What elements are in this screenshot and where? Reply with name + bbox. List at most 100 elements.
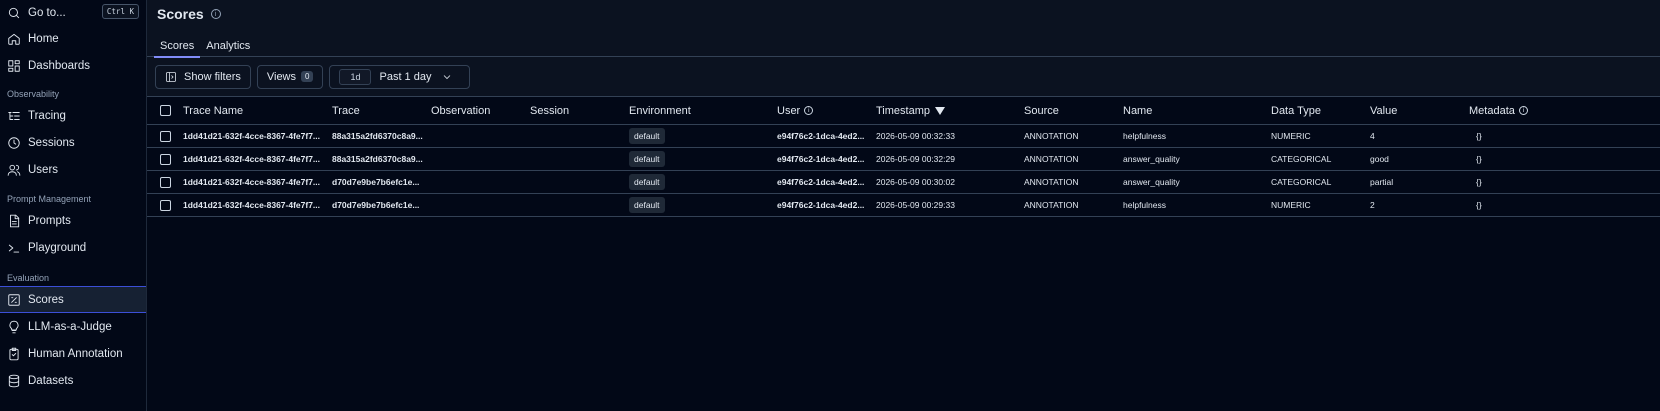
cell-metadata[interactable]: {} — [1469, 131, 1569, 141]
cell-data-type: CATEGORICAL — [1271, 154, 1332, 164]
info-icon[interactable]: i — [804, 106, 814, 115]
cell-environment: default — [629, 174, 777, 190]
col-source[interactable]: Source — [1024, 105, 1123, 117]
cell-trace-name[interactable]: 1dd41d21-632f-4cce-8367-4fe7f7... — [183, 131, 332, 141]
cell-timestamp: 2026-05-09 00:32:33 — [876, 131, 955, 141]
sidebar-item-dashboards[interactable]: Dashboards — [0, 52, 146, 79]
show-filters-button[interactable]: Show filters — [155, 64, 251, 89]
table-row[interactable]: 1dd41d21-632f-4cce-8367-4fe7f7... d70d7e… — [147, 171, 1660, 194]
select-all-cell — [147, 105, 183, 116]
goto-label: Go to... — [28, 6, 66, 19]
environment-badge: default — [629, 128, 665, 144]
table-row[interactable]: 1dd41d21-632f-4cce-8367-4fe7f7... d70d7e… — [147, 194, 1660, 217]
sidebar-item-playground[interactable]: Playground — [0, 234, 146, 261]
sidebar-item-label: Home — [28, 32, 59, 45]
sidebar-item-home[interactable]: Home — [0, 25, 146, 52]
environment-badge: default — [629, 174, 665, 190]
cell-metadata[interactable]: {} — [1469, 177, 1569, 187]
scores-icon — [7, 293, 21, 307]
info-icon[interactable]: i — [210, 9, 221, 19]
col-environment[interactable]: Environment — [629, 105, 777, 117]
cell-user[interactable]: e94f76c2-1dca-4ed2... — [777, 200, 876, 210]
col-value[interactable]: Value — [1370, 105, 1469, 117]
chevron-down-icon — [444, 74, 451, 79]
cell-trace-name[interactable]: 1dd41d21-632f-4cce-8367-4fe7f7... — [183, 177, 332, 187]
page-header: Scores i Scores Analytics — [147, 0, 1660, 58]
col-name[interactable]: Name — [1123, 105, 1271, 117]
date-range-label: Past 1 day — [379, 70, 432, 83]
goto-search[interactable]: Go to... Ctrl K — [0, 0, 146, 25]
col-metadata-label: Metadata — [1469, 104, 1515, 117]
sidebar-item-label: Dashboards — [28, 59, 91, 72]
sidebar-item-label: Scores — [28, 293, 64, 306]
search-icon — [7, 6, 21, 20]
info-icon[interactable]: i — [1518, 106, 1528, 115]
cell-trace[interactable]: 88a315a2fd6370c8a9... — [332, 154, 431, 164]
clock-icon — [7, 136, 21, 150]
cell-user[interactable]: e94f76c2-1dca-4ed2... — [777, 154, 876, 164]
toolbar: Show filters Views 0 1d Past 1 day — [147, 57, 1660, 97]
cell-trace-name[interactable]: 1dd41d21-632f-4cce-8367-4fe7f7... — [183, 200, 332, 210]
dashboard-icon — [7, 59, 21, 73]
table-row[interactable]: 1dd41d21-632f-4cce-8367-4fe7f7... 88a315… — [147, 148, 1660, 171]
col-data-type[interactable]: Data Type — [1271, 105, 1370, 117]
sidebar-item-datasets[interactable]: Datasets — [0, 367, 146, 394]
table-row[interactable]: 1dd41d21-632f-4cce-8367-4fe7f7... 88a315… — [147, 125, 1660, 148]
col-trace-name[interactable]: Trace Name — [183, 105, 332, 117]
cell-metadata[interactable]: {} — [1469, 200, 1569, 210]
col-timestamp[interactable]: Timestamp — [876, 105, 1024, 117]
row-checkbox[interactable] — [159, 176, 171, 188]
scores-table: Trace Name Trace Observation Session Env… — [147, 97, 1660, 217]
col-metadata[interactable]: Metadata i — [1469, 105, 1569, 117]
terminal-icon — [7, 241, 21, 255]
cell-value: good — [1370, 154, 1389, 164]
page-title-text: Scores — [157, 6, 204, 22]
col-observation[interactable]: Observation — [431, 105, 530, 117]
views-button[interactable]: Views 0 — [256, 64, 324, 89]
cell-user[interactable]: e94f76c2-1dca-4ed2... — [777, 131, 876, 141]
cell-environment: default — [629, 197, 777, 213]
sidebar-item-tracing[interactable]: Tracing — [0, 102, 146, 129]
cell-trace[interactable]: d70d7e9be7b6efc1e... — [332, 177, 431, 187]
select-all-checkbox[interactable] — [159, 105, 171, 116]
sidebar-item-scores[interactable]: Scores — [0, 286, 146, 313]
cell-source: ANNOTATION — [1024, 200, 1079, 210]
section-evaluation: Evaluation — [7, 273, 50, 283]
goto-shortcut: Ctrl K — [101, 4, 139, 19]
sidebar-item-llm-judge[interactable]: LLM-as-a-Judge — [0, 313, 146, 340]
cell-value: 4 — [1370, 131, 1375, 141]
row-checkbox[interactable] — [159, 153, 171, 165]
cell-source: ANNOTATION — [1024, 154, 1079, 164]
col-trace[interactable]: Trace — [332, 105, 431, 117]
page-title: Scores i — [157, 6, 221, 22]
clipboard-icon — [7, 347, 21, 361]
tab-scores[interactable]: Scores — [154, 34, 201, 58]
sidebar-item-label: Sessions — [28, 136, 75, 149]
row-checkbox[interactable] — [159, 199, 171, 211]
list-tree-icon — [7, 109, 21, 123]
sidebar-item-users[interactable]: Users — [0, 156, 146, 183]
sidebar-item-sessions[interactable]: Sessions — [0, 129, 146, 156]
environment-badge: default — [629, 197, 665, 213]
sidebar-panel-icon — [166, 71, 176, 82]
cell-trace[interactable]: 88a315a2fd6370c8a9... — [332, 131, 431, 141]
cell-metadata[interactable]: {} — [1469, 154, 1569, 164]
row-checkbox[interactable] — [159, 130, 171, 142]
row-select-cell — [147, 153, 183, 165]
col-user-label: User — [777, 104, 801, 117]
tab-analytics[interactable]: Analytics — [200, 34, 256, 57]
cell-trace[interactable]: d70d7e9be7b6efc1e... — [332, 200, 431, 210]
cell-data-type: NUMERIC — [1271, 131, 1311, 141]
date-range-chip: 1d — [339, 68, 372, 85]
section-observability: Observability — [7, 89, 60, 99]
cell-trace-name[interactable]: 1dd41d21-632f-4cce-8367-4fe7f7... — [183, 154, 332, 164]
date-range-picker[interactable]: 1d Past 1 day — [329, 64, 471, 89]
cell-user[interactable]: e94f76c2-1dca-4ed2... — [777, 177, 876, 187]
col-session[interactable]: Session — [530, 105, 629, 117]
cell-environment: default — [629, 128, 777, 144]
sidebar-item-prompts[interactable]: Prompts — [0, 207, 146, 234]
sidebar-item-human-annotation[interactable]: Human Annotation — [0, 340, 146, 367]
file-text-icon — [7, 214, 21, 228]
col-user[interactable]: User i — [777, 105, 876, 117]
sort-desc-icon — [935, 106, 945, 115]
